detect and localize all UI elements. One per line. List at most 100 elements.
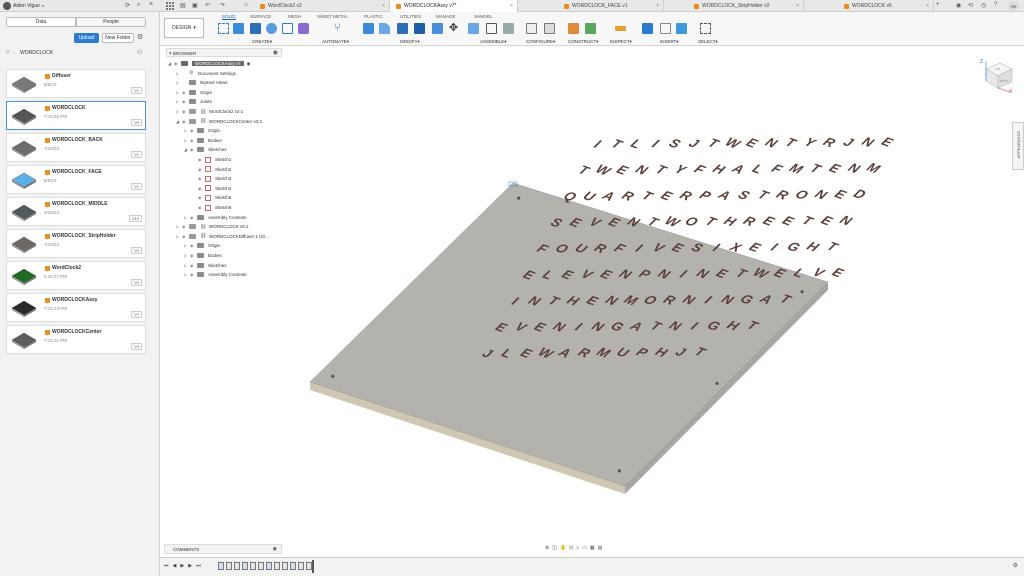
play-icon[interactable]: ▶	[180, 563, 184, 569]
tree-node[interactable]: ▷ ◉ Bodies	[184, 136, 222, 145]
eye-icon[interactable]: ◉	[190, 253, 197, 258]
version-badge[interactable]: V2	[131, 247, 142, 254]
close-icon[interactable]: ×	[149, 1, 153, 8]
user-name[interactable]: Aiden Vigue	[13, 3, 40, 9]
model-3d-view[interactable]: I T L I S J TWE N T Y R J N ETWE N T Y F H A L F M T E NMQ U A R T E R P…	[282, 46, 1012, 557]
eye-icon[interactable]: ◉	[182, 99, 189, 104]
file-card[interactable]: WORDCLOCKAssy 7:14:23 PM V7	[6, 293, 146, 322]
timeline-feature-icon[interactable]	[266, 562, 272, 570]
timeline-settings-icon[interactable]: ⚙	[1013, 562, 1018, 569]
shell-icon[interactable]	[414, 23, 425, 34]
timeline-feature-icon[interactable]	[226, 562, 232, 570]
group-select[interactable]: SELECT▾	[698, 39, 718, 45]
eye-icon[interactable]: ◉	[190, 263, 197, 268]
close-tab-icon[interactable]: ×	[510, 3, 513, 9]
tree-node[interactable]: ◉ Sketch1	[198, 155, 231, 164]
eye-icon[interactable]: ◉	[198, 176, 205, 181]
tree-node[interactable]: ◢ ◉ ⛓ WORDCLOCKCenter v3:2	[176, 117, 262, 126]
segment-data[interactable]: Data	[6, 17, 76, 27]
orbit-icon[interactable]: ⊕	[545, 545, 549, 551]
eye-icon[interactable]: ◉	[190, 215, 197, 220]
revolve-icon[interactable]	[266, 23, 277, 34]
step-forward-icon[interactable]: ▶	[188, 563, 192, 569]
tree-node[interactable]: ▷ ◉ ⛓ WORDCLOCKDiffuser 1 (Gr...	[176, 232, 269, 241]
tree-node[interactable]: ▷ ◉ ⛓ WordClock2 v2:1	[176, 107, 243, 116]
home-icon[interactable]: ⌂	[244, 2, 248, 8]
tree-node[interactable]: ▷ ◉ Origin	[184, 126, 220, 135]
group-create[interactable]: CREATE▾	[252, 39, 272, 45]
tab-utilities[interactable]: UTILITIES	[400, 14, 421, 19]
refresh-icon[interactable]: ⟳	[125, 2, 130, 9]
eye-icon[interactable]: ◉	[174, 61, 181, 66]
press-pull-icon[interactable]	[363, 23, 374, 34]
group-configure[interactable]: CONFIGURE▾	[526, 39, 555, 45]
eye-icon[interactable]: ◉	[198, 167, 205, 172]
eye-icon[interactable]: ◉	[198, 195, 205, 200]
insert-mesh-icon[interactable]	[660, 23, 671, 34]
eye-icon[interactable]: ◉	[182, 224, 189, 229]
timeline-feature-icon[interactable]	[298, 562, 304, 570]
upload-button[interactable]: Upload	[74, 33, 99, 43]
tree-node[interactable]: ◉ Sketch4	[198, 184, 231, 193]
timeline-feature-icon[interactable]	[290, 562, 296, 570]
apps-grid-icon[interactable]	[166, 2, 174, 10]
measure-icon[interactable]	[615, 26, 626, 31]
create-sketch-icon[interactable]	[218, 23, 229, 34]
file-menu-icon[interactable]: ▤	[180, 2, 186, 9]
move-icon[interactable]: ✥	[448, 23, 459, 34]
file-card[interactable]: WORDCLOCK_BACK 7/30/23 V1	[6, 133, 146, 162]
display-settings-icon[interactable]: ▭	[582, 545, 587, 551]
step-back-icon[interactable]: ◀	[173, 563, 177, 569]
pin-icon[interactable]: ◉	[273, 49, 278, 56]
expand-arrow-icon[interactable]: ▷	[176, 71, 182, 76]
new-component-assemble-icon[interactable]	[468, 23, 479, 34]
tab-wordclock-stripholder[interactable]: WORDCLOCK_StripHolder v2 ×	[664, 0, 804, 12]
eye-icon[interactable]: ◉	[182, 234, 189, 239]
tree-node[interactable]: ▷ ◉ Assembly Contexts	[184, 270, 247, 279]
file-card[interactable]: WORDCLOCK 7:10:46 PM V5	[6, 101, 146, 130]
chevron-down-icon[interactable]: ▾	[42, 3, 44, 8]
timeline-feature-icon[interactable]	[250, 562, 256, 570]
pin-icon[interactable]: ◉	[247, 61, 251, 67]
eye-icon[interactable]: ◉	[190, 128, 197, 133]
viewports-icon[interactable]: ▤	[598, 545, 603, 551]
joint-icon[interactable]	[486, 23, 497, 34]
tree-node[interactable]: ▷ ◉ Joints	[176, 97, 212, 106]
automate-icon[interactable]: ⑂	[332, 23, 343, 34]
insert-derive-icon[interactable]	[642, 23, 653, 34]
split-icon[interactable]	[432, 23, 443, 34]
timeline-marker[interactable]	[312, 560, 314, 573]
timeline-feature-icon[interactable]	[218, 562, 224, 570]
tab-wordclockassy[interactable]: WORDCLOCKAssy v7* ×	[390, 0, 518, 12]
eye-icon[interactable]: ◉	[182, 109, 189, 114]
file-card[interactable]: WORDCLOCK_StripHolder 7/30/23 V2	[6, 229, 146, 258]
redo-icon[interactable]: ↷	[220, 2, 225, 9]
eye-icon[interactable]: ◉	[198, 205, 205, 210]
undo-icon[interactable]: ↶	[205, 2, 210, 9]
tree-node[interactable]: ▷ ⚙ Document Settings	[176, 69, 236, 78]
eye-icon[interactable]: ◉	[198, 157, 205, 162]
comments-panel[interactable]: COMMENTS ◉	[164, 544, 282, 554]
extensions-icon[interactable]: ⟲	[968, 2, 973, 9]
search-icon[interactable]: ⌕	[137, 2, 140, 9]
tab-surface[interactable]: SURFACE	[250, 14, 271, 19]
eye-icon[interactable]: ◉	[182, 90, 189, 95]
workspace-selector[interactable]: DESIGN ▾	[164, 18, 204, 38]
timeline-feature-icon[interactable]	[282, 562, 288, 570]
browser-panel-header[interactable]: ◂ BROWSER ◉	[166, 48, 282, 57]
tree-node[interactable]: ◉ Sketch2	[198, 165, 231, 174]
tab-plastic[interactable]: PLASTIC	[364, 14, 383, 19]
chamfer-icon[interactable]	[397, 23, 408, 34]
version-badge[interactable]: V5	[131, 119, 142, 126]
group-inspect[interactable]: INSPECT▾	[610, 39, 632, 45]
eye-icon[interactable]: ◉	[190, 243, 197, 248]
configure-rule-icon[interactable]	[544, 23, 555, 34]
user-icon[interactable]	[3, 2, 11, 10]
appearance-panel-tab[interactable]: APPEARANCE	[1012, 122, 1024, 170]
timeline-feature-icon[interactable]	[258, 562, 264, 570]
version-badge[interactable]: V7	[131, 311, 142, 318]
go-to-end-icon[interactable]: ⏭	[196, 563, 201, 569]
select-window-icon[interactable]	[700, 23, 711, 34]
version-badge[interactable]: V2	[131, 279, 142, 286]
timeline-feature-icon[interactable]	[242, 562, 248, 570]
